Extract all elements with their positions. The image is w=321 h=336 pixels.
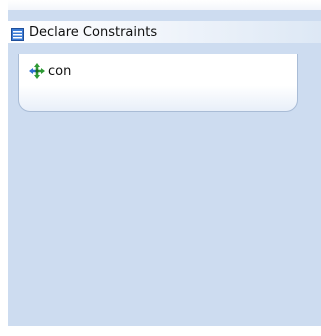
declare-constraints-window: Declare Constraints con xyxy=(0,0,321,336)
constraints-panel: Declare Constraints con xyxy=(8,10,321,326)
list-panel-icon xyxy=(11,26,24,41)
constraints-list: con xyxy=(18,54,298,112)
top-strip xyxy=(8,0,321,10)
constraint-label: con xyxy=(48,63,72,79)
constraint-arrows-icon xyxy=(29,63,45,79)
panel-title: Declare Constraints xyxy=(29,24,158,40)
constraint-item[interactable]: con xyxy=(29,62,71,80)
panel-header[interactable]: Declare Constraints xyxy=(8,21,321,43)
